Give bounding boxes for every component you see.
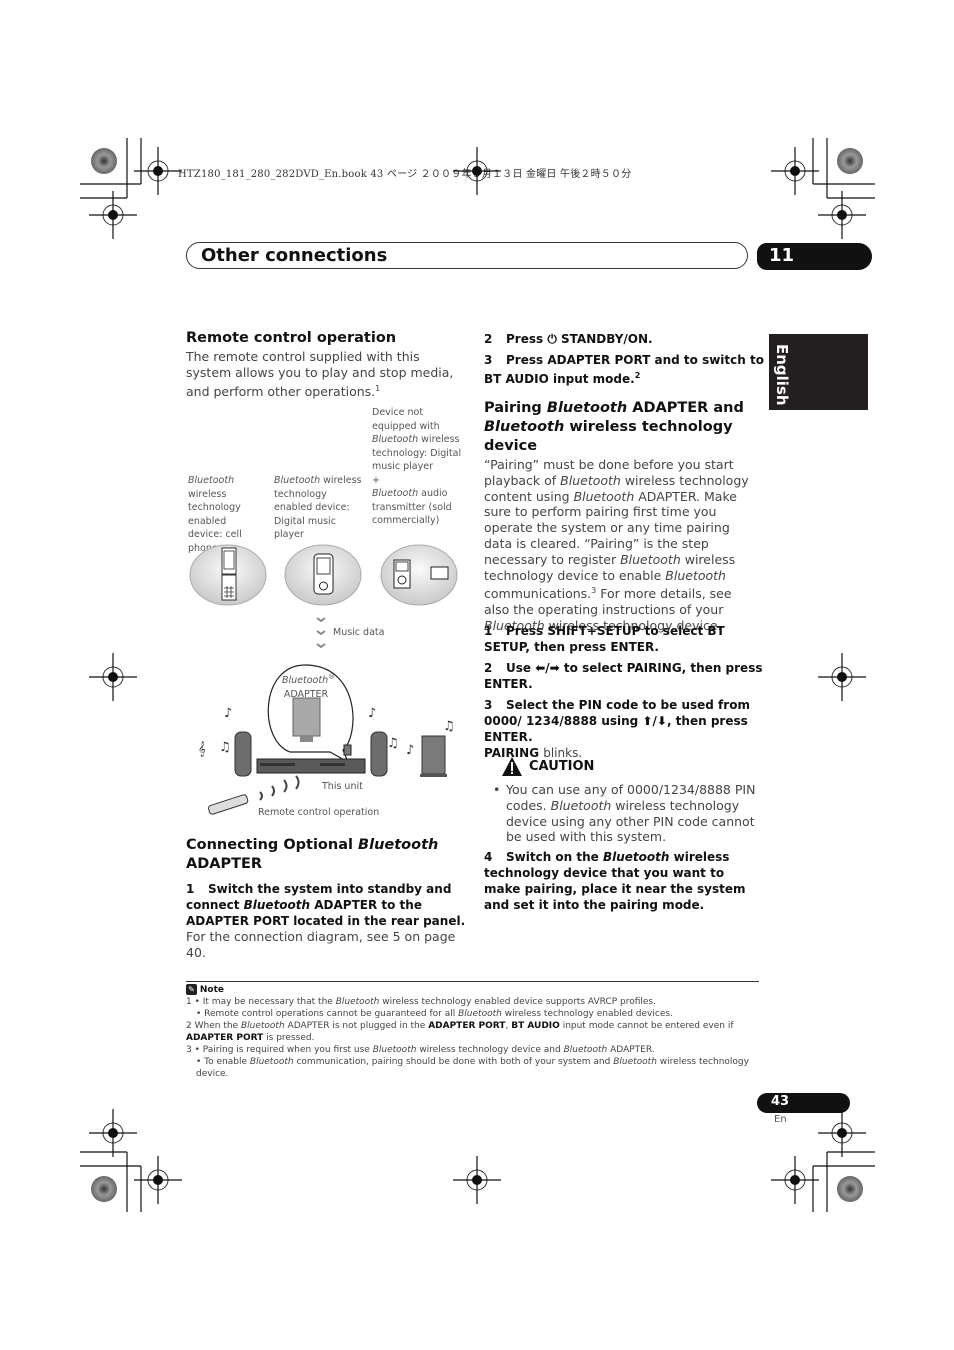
registration-mark: [817, 1108, 867, 1158]
power-icon: ⏻: [547, 332, 557, 346]
up-down-arrow-icons: ⬆/⬇: [642, 714, 667, 728]
bluetooth-term: Bluetooth: [560, 472, 621, 488]
note-icon: ✎: [186, 984, 197, 995]
pairing-step-4: 4 Switch on the Bluetooth wireless techno…: [484, 850, 746, 912]
note-3b: • To enable Bluetooth communication, pai…: [196, 1057, 749, 1079]
footnote-ref[interactable]: 2: [635, 371, 641, 380]
note-3a: 3 • Pairing is required when you first u…: [186, 1045, 655, 1055]
pairing-heading: Pairing Bluetooth ADAPTER and Bluetooth w…: [484, 400, 744, 454]
bluetooth-term: Bluetooth: [665, 567, 726, 583]
adapter-label: Bluetooth® ADAPTER: [282, 673, 336, 700]
music-data-label: Music data: [333, 627, 385, 638]
svg-text:♪: ♪: [224, 706, 232, 721]
note-1a: 1 • It may be necessary that the Bluetoo…: [186, 997, 656, 1007]
svg-text:♫: ♫: [219, 740, 231, 755]
registration-mark: [770, 146, 820, 196]
chapter-number-badge: 11: [757, 243, 872, 270]
svg-text:♪: ♪: [368, 706, 376, 721]
registration-mark: [88, 652, 138, 702]
svg-text:♫: ♫: [443, 719, 455, 734]
connecting-adapter-heading: Connecting Optional Bluetooth ADAPTER: [186, 837, 439, 872]
left-right-arrow-icons: ⬅/➡: [535, 661, 560, 675]
pairing-step-2: 2 Use ⬅/➡ to select PAIRING, then press E…: [484, 661, 763, 691]
caution-bullet: •: [493, 782, 501, 797]
remote-operation-label: Remote control operation: [258, 807, 380, 818]
registration-mark: [452, 146, 502, 196]
music-player-icon: [284, 544, 362, 606]
page-number: 43: [771, 1094, 790, 1109]
caution-text: You can use any of 0000/1234/8888 PIN co…: [506, 782, 756, 845]
note-1b: • Remote control operations cannot be gu…: [196, 1009, 673, 1019]
portable-player-with-transmitter-icon: [380, 544, 458, 606]
caution-label: CAUTION: [529, 759, 595, 774]
language-label: English: [773, 344, 791, 406]
page-number-badge: 43: [757, 1093, 850, 1113]
cell-phone-icon: [189, 544, 267, 606]
chapter-title: Other connections: [201, 245, 388, 266]
step-2-standby: 2 Press ⏻ STANDBY/ON.: [484, 332, 653, 346]
registration-mark: [817, 652, 867, 702]
svg-text:𝄞: 𝄞: [198, 742, 206, 757]
language-code: En: [774, 1114, 787, 1125]
connect-step-1-body: For the connection diagram, see 5 on pag…: [186, 929, 456, 960]
chapter-number: 11: [769, 245, 795, 266]
svg-text:♫: ♫: [387, 736, 399, 751]
svg-text:♪: ♪: [406, 743, 414, 758]
notes-section: ✎ Note 1 • It may be necessary that the …: [186, 984, 766, 1080]
caution-icon: [502, 757, 522, 776]
note-2: 2 When the Bluetooth ADAPTER is not plug…: [186, 1021, 734, 1043]
this-unit-label: This unit: [322, 781, 363, 792]
crop-marks: [80, 138, 875, 1212]
bluetooth-term: Bluetooth: [573, 488, 635, 504]
notes-header: ✎ Note: [186, 984, 766, 996]
footnote-ref[interactable]: 1: [375, 384, 380, 393]
bluetooth-term: Bluetooth: [620, 551, 681, 567]
registration-mark: [770, 1155, 820, 1205]
language-side-tab: English: [769, 334, 868, 410]
step-3-adapter-port: 3 Press ADAPTER PORT and to switch to BT …: [484, 353, 764, 386]
text-run: communications.: [484, 586, 592, 602]
remote-control-body: The remote control supplied with this sy…: [186, 349, 454, 399]
remote-control-heading: Remote control operation: [186, 330, 397, 346]
pairing-body: “Pairing” must be done before you start …: [484, 457, 759, 634]
pairing-step-3: 3 Select the PIN code to be used from 000…: [484, 698, 750, 760]
music-data-arrows: [316, 617, 326, 649]
notes-divider: [186, 981, 759, 982]
chapter-title-bar: Other connections: [186, 242, 748, 269]
music-player-caption: Bluetooth wireless technology enabled de…: [274, 475, 362, 540]
registration-mark: [88, 1108, 138, 1158]
non-bt-player-caption: Device not equipped with Bluetooth wirel…: [372, 407, 462, 526]
registration-mark: [452, 1155, 502, 1205]
pairing-step-1: 1 Press SHIFT+SETUP to select BT SETUP, t…: [484, 624, 725, 654]
connect-step-1: 1 Switch the system into standby and conn…: [186, 882, 466, 928]
